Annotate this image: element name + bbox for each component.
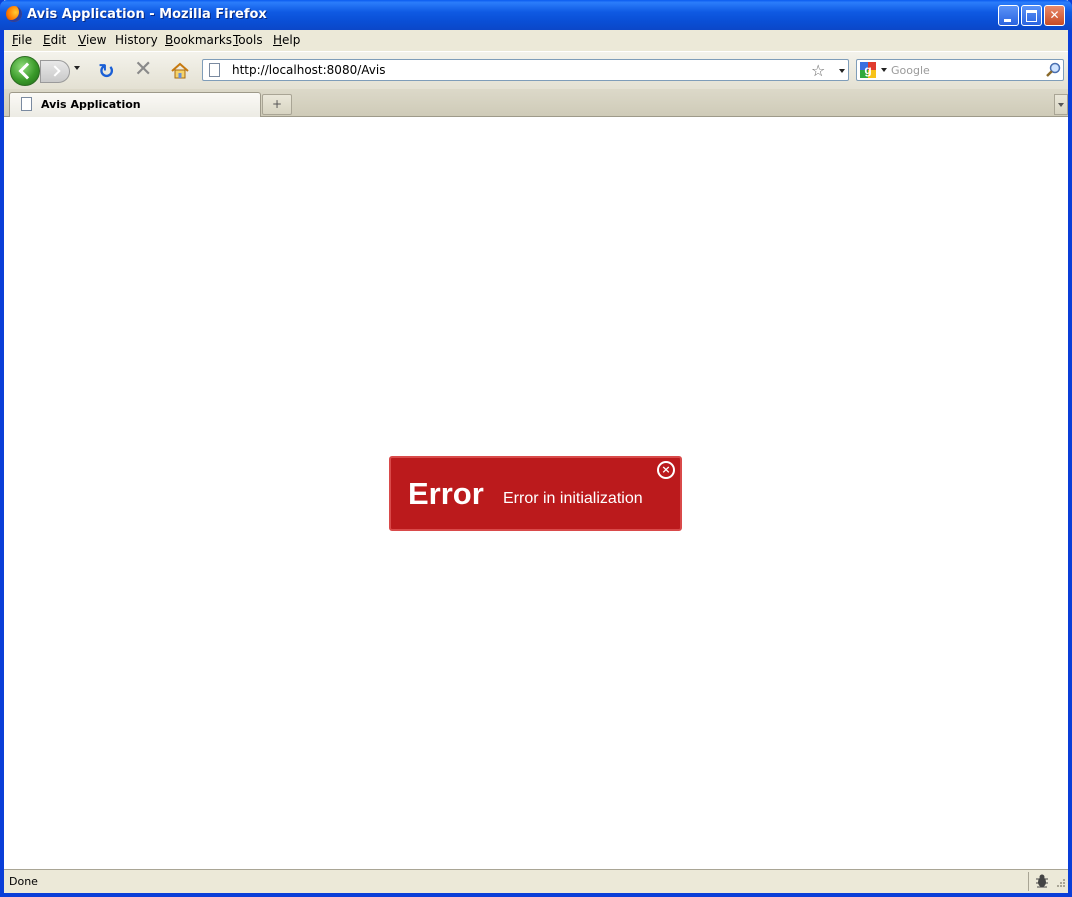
resize-grip-icon[interactable] — [1054, 876, 1066, 890]
menu-bookmarks[interactable]: Bookmarks — [165, 33, 232, 47]
forward-button[interactable] — [40, 60, 70, 83]
minimize-button[interactable] — [998, 5, 1019, 26]
google-engine-icon[interactable]: g — [860, 62, 876, 78]
bookmark-star-icon[interactable]: ☆ — [811, 61, 825, 80]
tab-list-button[interactable] — [1054, 94, 1068, 115]
firebug-icon[interactable] — [1034, 873, 1050, 889]
error-notification: Error Error in initialization × — [389, 456, 682, 531]
browser-window: Avis Application - Mozilla Firefox ✕ Fil… — [0, 0, 1072, 897]
engine-dropdown-icon[interactable] — [881, 68, 887, 72]
menu-tools[interactable]: Tools — [233, 33, 263, 47]
error-title: Error — [408, 476, 484, 511]
search-icon[interactable] — [1045, 62, 1061, 78]
page-content: Error Error in initialization × — [4, 117, 1068, 869]
window-title: Avis Application - Mozilla Firefox — [27, 7, 267, 22]
status-bar: Done — [4, 869, 1068, 893]
menu-history[interactable]: History — [115, 33, 158, 47]
new-tab-button[interactable]: + — [262, 94, 292, 115]
menu-file[interactable]: File — [12, 33, 32, 47]
search-input[interactable] — [891, 61, 1041, 79]
page-icon — [209, 63, 220, 77]
search-bar: g — [856, 59, 1064, 81]
url-text[interactable]: http://localhost:8080/Avis — [232, 63, 385, 77]
stop-icon[interactable]: ✕ — [134, 59, 152, 81]
svg-text:g: g — [864, 63, 871, 77]
close-icon[interactable]: × — [657, 461, 675, 479]
url-bar[interactable]: http://localhost:8080/Avis ☆ — [202, 59, 849, 81]
maximize-button[interactable] — [1021, 5, 1042, 26]
firefox-logo-icon — [6, 6, 22, 22]
tab-page-icon — [21, 97, 32, 111]
status-separator — [1028, 872, 1029, 891]
menu-bar: File Edit View History Bookmarks Tools H… — [4, 30, 1068, 51]
tab-label: Avis Application — [41, 98, 141, 111]
status-text: Done — [9, 875, 38, 888]
tab-strip: Avis Application + — [4, 89, 1068, 117]
close-window-button[interactable]: ✕ — [1044, 5, 1065, 26]
tab-avis-application[interactable]: Avis Application — [9, 92, 261, 117]
menu-edit[interactable]: Edit — [43, 33, 66, 47]
error-message: Error in initialization — [503, 490, 643, 507]
home-icon[interactable] — [170, 61, 190, 81]
title-bar[interactable]: Avis Application - Mozilla Firefox ✕ — [0, 0, 1072, 30]
back-button[interactable] — [10, 56, 40, 86]
url-dropdown-icon[interactable] — [839, 69, 845, 73]
menu-view[interactable]: View — [78, 33, 106, 47]
navigation-toolbar: ↻ ✕ http://localhost:8080/Avis ☆ g — [4, 51, 1068, 90]
menu-help[interactable]: Help — [273, 33, 300, 47]
reload-icon[interactable]: ↻ — [98, 61, 115, 81]
history-dropdown-icon[interactable] — [74, 66, 80, 70]
